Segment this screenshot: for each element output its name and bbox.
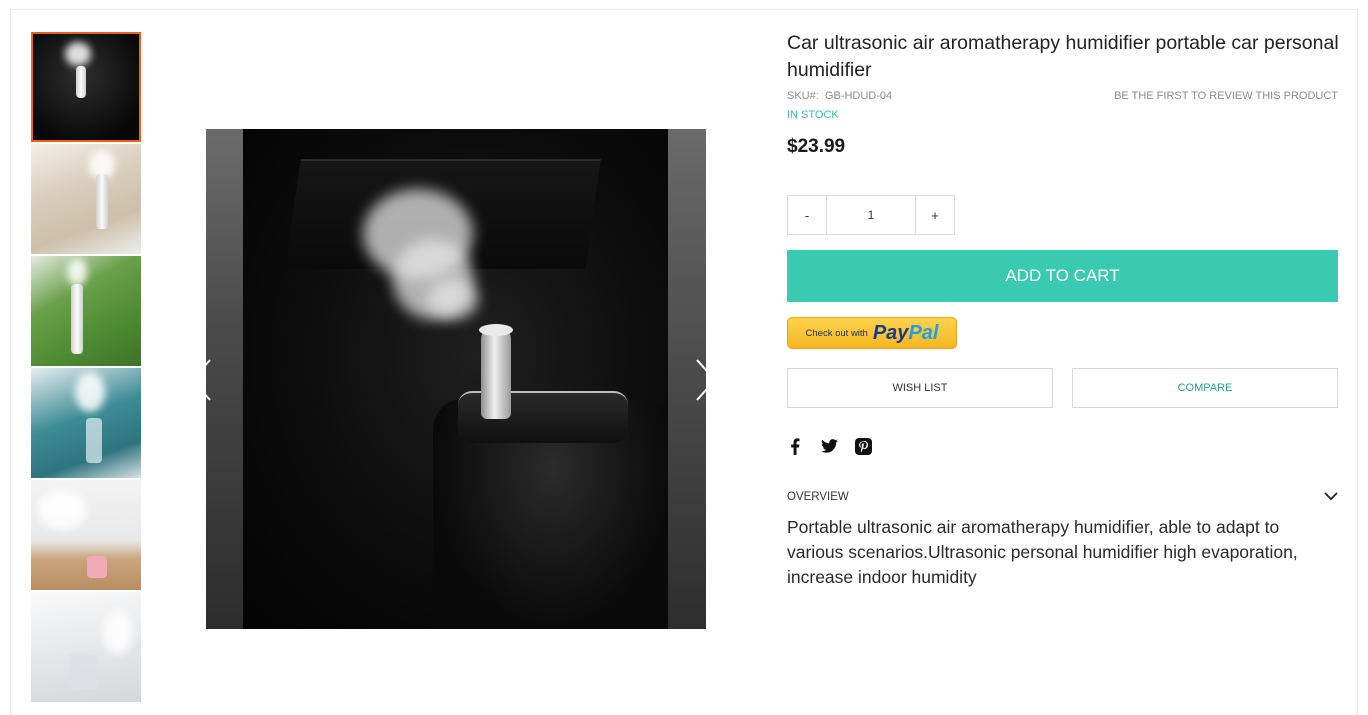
thumbnail-2[interactable] — [31, 144, 141, 254]
product-title: Car ultrasonic air aromatherapy humidifi… — [787, 32, 1339, 81]
paypal-pal-text: Pal — [908, 321, 939, 344]
overview-description: Portable ultrasonic air aromatherapy hum… — [787, 517, 1298, 587]
paypal-prefix: Check out with — [805, 327, 868, 339]
thumbnail-3[interactable] — [31, 256, 141, 366]
review-link[interactable]: BE THE FIRST TO REVIEW THIS PRODUCT — [1114, 90, 1338, 102]
product-price: $23.99 — [787, 136, 846, 157]
thumbnail-6[interactable] — [31, 592, 141, 702]
sku: SKU#: GB-HDUD-04 — [787, 90, 892, 102]
compare-button[interactable]: COMPARE — [1072, 368, 1338, 408]
thumbnail-1[interactable] — [31, 32, 141, 142]
paypal-pay-text: Pay — [872, 321, 909, 344]
facebook-icon[interactable] — [786, 437, 804, 455]
paypal-checkout-button[interactable]: Check out with PayPal — [787, 317, 957, 349]
twitter-icon[interactable] — [820, 437, 838, 455]
car-interior-photo — [243, 129, 673, 629]
prev-image-arrow-icon[interactable] — [188, 358, 214, 402]
quantity-input[interactable] — [827, 196, 915, 234]
sku-value: GB-HDUD-04 — [824, 90, 893, 102]
next-image-arrow-icon[interactable] — [693, 358, 719, 402]
main-product-image — [206, 129, 706, 629]
overview-label: OVERVIEW — [787, 491, 849, 503]
paypal-logo: PayPal — [873, 322, 939, 345]
humidifier-cap — [479, 324, 513, 336]
thumbnail-5[interactable] — [31, 480, 141, 590]
thumbnail-gallery — [31, 32, 141, 704]
social-share — [786, 437, 872, 455]
quantity-decrease-button[interactable]: - — [788, 196, 827, 234]
quantity-increase-button[interactable]: + — [915, 196, 954, 234]
thumbnail-4[interactable] — [31, 368, 141, 478]
humidifier-bottle — [481, 327, 511, 419]
quantity-stepper: - + — [787, 195, 955, 235]
wish-list-button[interactable]: WISH LIST — [787, 368, 1053, 408]
overview-toggle[interactable]: OVERVIEW — [787, 489, 1338, 505]
sku-label: SKU#: — [787, 90, 819, 102]
stock-status: IN STOCK — [787, 109, 839, 121]
chevron-down-icon — [1324, 488, 1338, 506]
add-to-cart-button[interactable]: ADD TO CART — [787, 250, 1338, 302]
pinterest-icon[interactable] — [854, 437, 872, 455]
